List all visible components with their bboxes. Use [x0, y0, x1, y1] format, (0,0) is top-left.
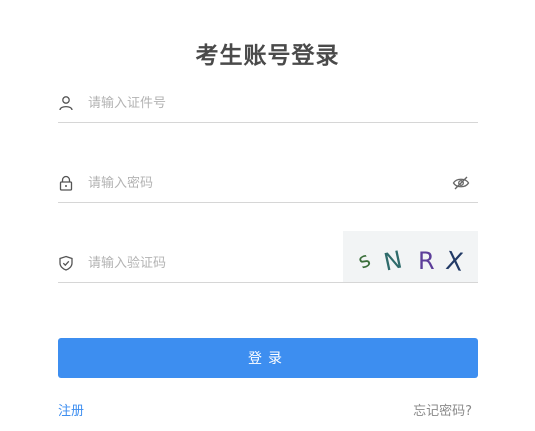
- lock-icon: [58, 175, 74, 191]
- captcha-image[interactable]: s N R X: [343, 231, 478, 282]
- captcha-char: s: [354, 247, 374, 273]
- password-field-row: [58, 166, 478, 203]
- id-number-input[interactable]: [88, 90, 428, 116]
- login-button[interactable]: 登录: [58, 338, 478, 378]
- forgot-password-link[interactable]: 忘记密码?: [413, 400, 472, 419]
- eye-off-icon[interactable]: [452, 175, 470, 191]
- captcha-input[interactable]: [88, 250, 338, 276]
- page-title: 考生账号登录: [195, 43, 340, 69]
- register-link[interactable]: 注册: [58, 400, 84, 419]
- user-icon: [58, 95, 74, 111]
- captcha-char: X: [444, 246, 465, 277]
- password-input[interactable]: [88, 170, 428, 196]
- shield-icon: [58, 255, 74, 271]
- captcha-char: N: [381, 245, 404, 276]
- id-number-field-row: [58, 86, 478, 123]
- captcha-char: R: [418, 247, 435, 275]
